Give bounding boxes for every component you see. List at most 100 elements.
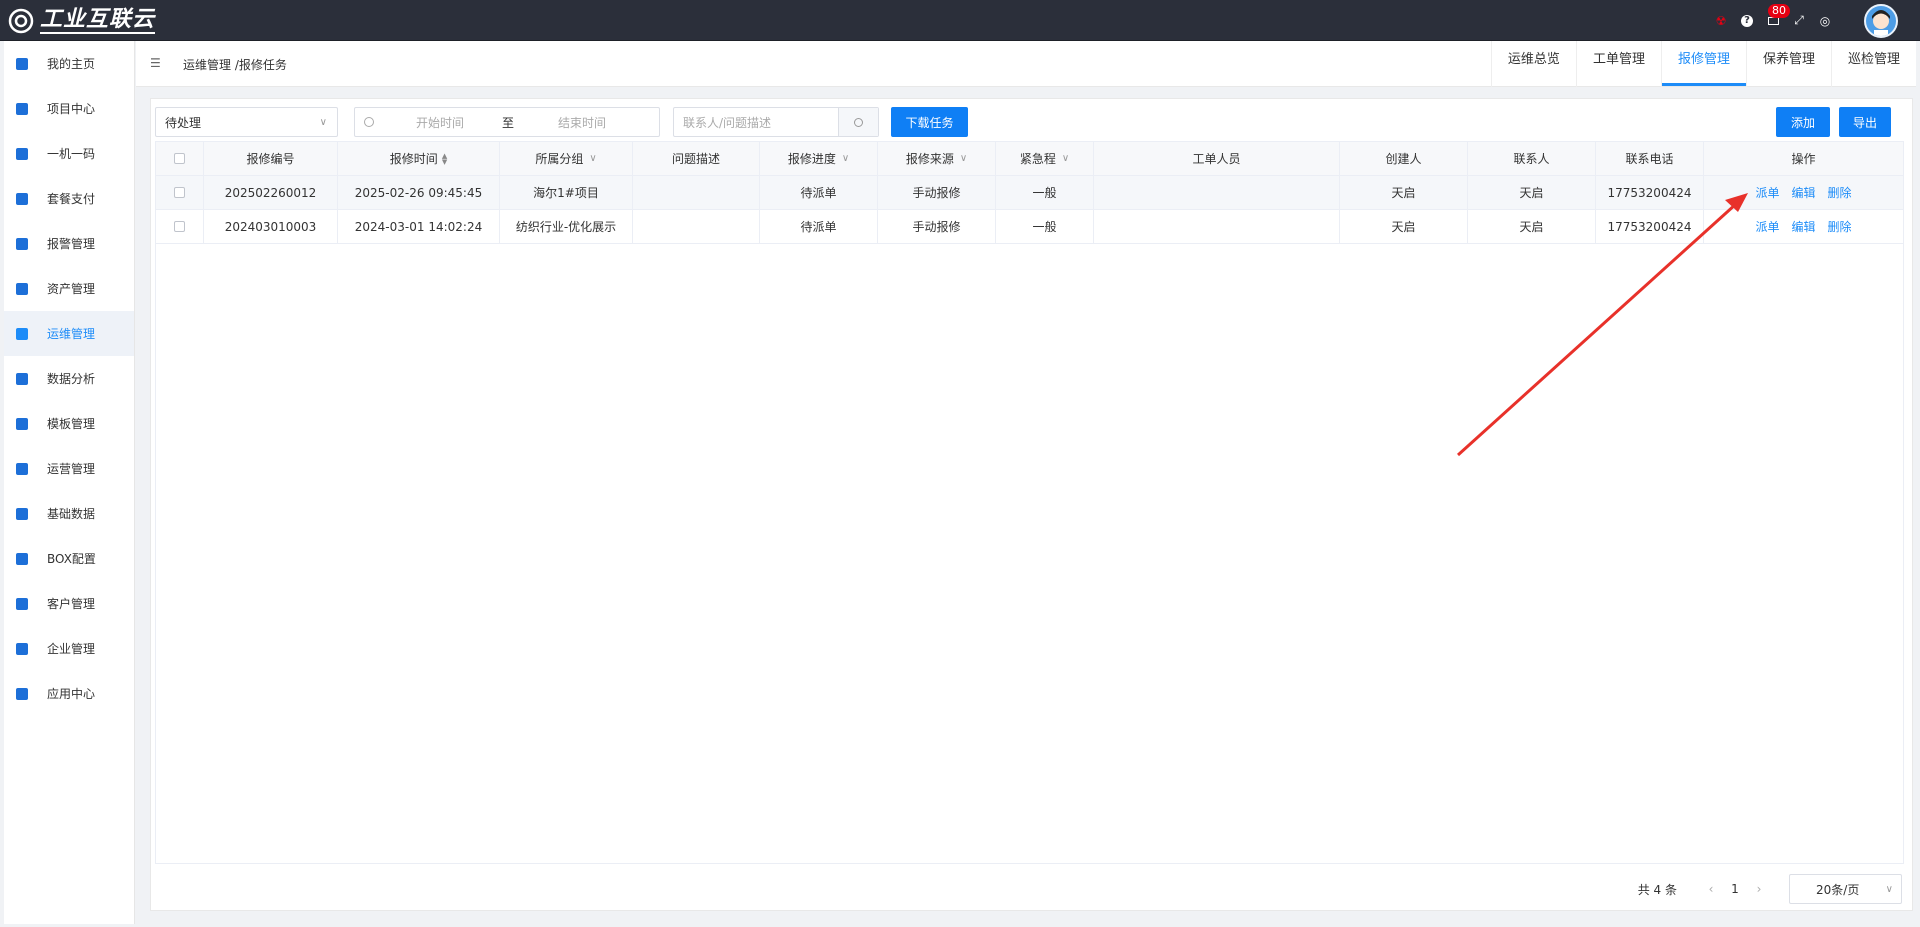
- pagination: 共 4 条 ‹ 1 › 20条/页 ∨: [1638, 874, 1902, 904]
- sidebar-item-label: BOX配置: [47, 552, 96, 566]
- start-time-input[interactable]: 开始时间: [416, 114, 464, 131]
- tab-maintenance[interactable]: 保养管理: [1745, 41, 1831, 87]
- app-logo[interactable]: 工业互联云: [6, 6, 156, 36]
- prev-page-icon[interactable]: ‹: [1699, 882, 1723, 896]
- enterprise-icon: [16, 642, 28, 655]
- top-bar: 工业互联云 ☢ ? 80 ⤢ ◎: [0, 0, 1920, 41]
- tab-overview[interactable]: 运维总览: [1490, 41, 1576, 87]
- sidebar-item-basic-data[interactable]: 基础数据: [4, 491, 134, 536]
- add-button[interactable]: 添加: [1776, 107, 1830, 137]
- col-progress-label: 报修进度: [787, 152, 836, 166]
- sidebar-item-label: 资产管理: [47, 282, 96, 296]
- col-contact: 联系人: [1468, 142, 1596, 175]
- export-button[interactable]: 导出: [1839, 107, 1891, 137]
- col-creator: 创建人: [1340, 142, 1468, 175]
- col-urgency[interactable]: 紧急程 ∨: [996, 142, 1094, 175]
- search-button[interactable]: [838, 108, 878, 136]
- col-phone: 联系电话: [1596, 142, 1704, 175]
- page-header: ☰ 运维管理 /报修任务 运维总览 工单管理 报修管理 保养管理 巡检管理: [136, 41, 1916, 87]
- edit-link[interactable]: 编辑: [1791, 218, 1815, 235]
- sidebar-item-label: 应用中心: [47, 687, 96, 701]
- cell-repair-no: 202403010003: [204, 210, 338, 243]
- asset-icon: [16, 282, 28, 295]
- apps-icon: [16, 687, 28, 700]
- tab-repair[interactable]: 报修管理: [1660, 41, 1746, 87]
- dispatch-link[interactable]: 派单: [1755, 218, 1779, 235]
- sidebar-item-apps[interactable]: 应用中心: [4, 671, 134, 716]
- cell-description: [633, 210, 760, 243]
- package-icon: [16, 192, 28, 205]
- sidebar-item-assets[interactable]: 资产管理: [4, 266, 134, 311]
- cell-contact: 天启: [1468, 176, 1596, 209]
- col-group-label: 所属分组: [535, 152, 584, 166]
- template-icon: [16, 417, 28, 430]
- project-icon: [16, 102, 28, 115]
- col-group[interactable]: 所属分组 ∨: [500, 142, 633, 175]
- dispatch-link[interactable]: 派单: [1755, 184, 1779, 201]
- operation-icon: [16, 462, 28, 475]
- sidebar-item-package[interactable]: 套餐支付: [4, 176, 134, 221]
- user-avatar[interactable]: [1864, 3, 1898, 38]
- col-repair-time[interactable]: 报修时间 ▲ ▼: [338, 142, 500, 175]
- row-checkbox[interactable]: [174, 187, 185, 198]
- col-progress[interactable]: 报修进度 ∨: [760, 142, 878, 175]
- status-select[interactable]: 待处理 ∨: [155, 107, 338, 137]
- filter-chevron-icon[interactable]: ∨: [960, 153, 967, 164]
- col-source[interactable]: 报修来源 ∨: [878, 142, 996, 175]
- sidebar-item-alarm[interactable]: 报警管理: [4, 221, 134, 266]
- main-panel: 待处理 ∨ 开始时间 至 结束时间 联系人/问题描述 下载任务 添加 导出 报修…: [150, 98, 1913, 911]
- row-select-cell: [156, 210, 204, 243]
- page-number[interactable]: 1: [1723, 882, 1747, 896]
- help-icon[interactable]: ?: [1734, 8, 1760, 34]
- tab-inspection[interactable]: 巡检管理: [1830, 41, 1916, 87]
- delete-link[interactable]: 删除: [1828, 218, 1852, 235]
- next-page-icon[interactable]: ›: [1747, 882, 1771, 896]
- date-range-picker[interactable]: 开始时间 至 结束时间: [354, 107, 660, 137]
- table-row[interactable]: 202502260012 2025-02-26 09:45:45 海尔1#项目 …: [156, 176, 1903, 210]
- avatar-face-icon: [1872, 9, 1890, 36]
- sidebar-item-customers[interactable]: 客户管理: [4, 581, 134, 626]
- menu-fold-icon[interactable]: ☰: [150, 57, 162, 69]
- end-time-input[interactable]: 结束时间: [558, 114, 606, 131]
- select-all-checkbox[interactable]: [174, 153, 185, 164]
- delete-link[interactable]: 删除: [1828, 184, 1852, 201]
- sidebar-item-home[interactable]: 我的主页: [4, 41, 134, 86]
- col-repair-no: 报修编号: [204, 142, 338, 175]
- filter-chevron-icon[interactable]: ∨: [842, 153, 849, 164]
- sidebar-item-enterprise[interactable]: 企业管理: [4, 626, 134, 671]
- sidebar-item-projects[interactable]: 项目中心: [4, 86, 134, 131]
- tab-work-orders[interactable]: 工单管理: [1575, 41, 1661, 87]
- fullscreen-icon[interactable]: ⤢: [1786, 8, 1812, 34]
- language-icon[interactable]: ◎: [1812, 8, 1838, 34]
- sidebar-item-label: 客户管理: [47, 597, 96, 611]
- download-tasks-button[interactable]: 下载任务: [891, 107, 968, 137]
- search-input[interactable]: 联系人/问题描述: [673, 107, 879, 137]
- sidebar-item-templates[interactable]: 模板管理: [4, 401, 134, 446]
- filter-chevron-icon[interactable]: ∨: [1062, 153, 1069, 164]
- row-select-cell: [156, 176, 204, 209]
- sidebar-item-label: 运维管理: [47, 327, 96, 341]
- alert-icon[interactable]: ☢: [1708, 8, 1734, 34]
- filter-chevron-icon[interactable]: ∨: [589, 153, 596, 164]
- row-checkbox[interactable]: [174, 221, 185, 232]
- sidebar-item-operations[interactable]: 运营管理: [4, 446, 134, 491]
- home-icon: [16, 57, 28, 70]
- cell-worker: [1094, 210, 1340, 243]
- sidebar-item-analysis[interactable]: 数据分析: [4, 356, 134, 401]
- col-worker: 工单人员: [1094, 142, 1340, 175]
- table-row[interactable]: 202403010003 2024-03-01 14:02:24 纺织行业-优化…: [156, 210, 1903, 244]
- sort-icon[interactable]: ▲ ▼: [442, 152, 447, 165]
- sidebar-item-label: 项目中心: [47, 102, 96, 116]
- page-size-select[interactable]: 20条/页 ∨: [1789, 874, 1902, 904]
- col-source-label: 报修来源: [905, 152, 954, 166]
- sidebar-item-box-config[interactable]: BOX配置: [4, 536, 134, 581]
- sidebar-item-maintenance[interactable]: 运维管理: [4, 311, 134, 356]
- sidebar-item-label: 运营管理: [47, 462, 96, 476]
- repair-task-table: 报修编号 报修时间 ▲ ▼ 所属分组 ∨ 问题描述 报修进度 ∨ 报修来源 ∨ 紧急程 ∨ …: [155, 141, 1904, 864]
- mail-icon[interactable]: 80: [1760, 3, 1790, 34]
- cell-repair-no: 202502260012: [204, 176, 338, 209]
- edit-link[interactable]: 编辑: [1791, 184, 1815, 201]
- database-icon: [16, 507, 28, 520]
- sidebar-item-qrcode[interactable]: 一机一码: [4, 131, 134, 176]
- cell-phone: 17753200424: [1596, 176, 1704, 209]
